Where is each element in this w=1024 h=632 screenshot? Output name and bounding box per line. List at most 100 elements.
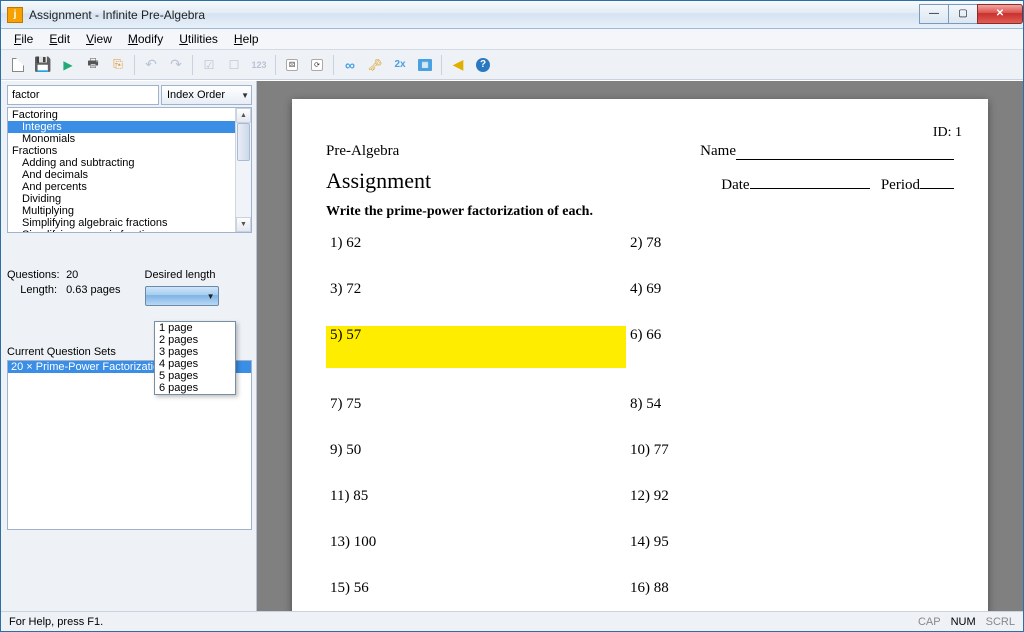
question-summary: Questions: 20 Length: 0.63 pages Desired…	[7, 269, 252, 306]
question-cell[interactable]: 10) 77	[626, 441, 926, 460]
minimize-button[interactable]: —	[919, 4, 949, 24]
length-value: 0.63 pages	[66, 284, 120, 296]
question-grid: 1) 622) 78 3) 724) 69 5) 576) 66 7) 758) 54…	[326, 234, 954, 611]
play-icon[interactable]: ▶	[57, 54, 79, 76]
name-label: Name	[700, 143, 954, 160]
back-icon[interactable]: ◀	[447, 54, 469, 76]
topic-item[interactable]: Adding and subtracting	[8, 157, 251, 169]
export-icon[interactable]: ⎘	[107, 54, 129, 76]
topic-list[interactable]: FactoringIntegersMonomialsFractionsAddin…	[7, 107, 252, 233]
question-cell[interactable]: 1) 62	[326, 234, 626, 253]
dropdown-option[interactable]: 5 pages	[155, 370, 235, 382]
renumber-icon[interactable]: 123	[248, 54, 270, 76]
dropdown-option[interactable]: 6 pages	[155, 382, 235, 394]
window-controls: — ▢ ✕	[920, 4, 1023, 24]
undo-icon[interactable]: ↶	[140, 54, 162, 76]
question-cell[interactable]: 5) 57	[326, 326, 626, 368]
sort-order-value: Index Order	[167, 89, 225, 101]
dropdown-option[interactable]: 3 pages	[155, 346, 235, 358]
main-content: Index Order ▼ FactoringIntegersMonomials…	[1, 80, 1023, 611]
questions-label: Questions:	[7, 269, 63, 281]
topic-item[interactable]: Simplifying algebraic fractions	[8, 217, 251, 229]
left-panel: Index Order ▼ FactoringIntegersMonomials…	[1, 81, 257, 611]
close-button[interactable]: ✕	[977, 4, 1023, 24]
regenerate-icon[interactable]: ⟳	[306, 54, 328, 76]
menu-item[interactable]: Help	[227, 30, 266, 48]
scrollbar[interactable]: ▲ ▼	[235, 108, 251, 232]
search-input[interactable]	[7, 85, 159, 105]
toolbar-separator	[441, 55, 442, 75]
toolbar: 💾▶🖶⎘ ↶↷ ☑☐123 ⚄⟳ ∞🗝2x▦ ◀?	[1, 50, 1023, 80]
maximize-button[interactable]: ▢	[948, 4, 978, 24]
key-icon[interactable]: 🗝	[364, 54, 386, 76]
sort-order-select[interactable]: Index Order ▼	[161, 85, 252, 105]
toolbar-separator	[134, 55, 135, 75]
status-text: For Help, press F1.	[9, 616, 103, 628]
question-cell[interactable]: 4) 69	[626, 280, 926, 299]
dropdown-option[interactable]: 2 pages	[155, 334, 235, 346]
desired-length-dropdown[interactable]: 1 page2 pages3 pages4 pages5 pages6 page…	[154, 321, 236, 395]
app-icon: j	[7, 7, 23, 23]
doc-id: ID: 1	[933, 125, 962, 141]
window-title: Assignment - Infinite Pre-Algebra	[29, 8, 920, 22]
chevron-down-icon: ▼	[241, 91, 249, 100]
help-icon[interactable]: ?	[472, 54, 494, 76]
select-all-icon[interactable]: ☑	[198, 54, 220, 76]
question-cell[interactable]: 14) 95	[626, 533, 926, 552]
question-cell[interactable]: 16) 88	[626, 579, 926, 598]
infinity-icon[interactable]: ∞	[339, 54, 361, 76]
topic-item[interactable]: Multiplying	[8, 205, 251, 217]
length-label: Length:	[7, 284, 63, 296]
date-period-area: Date Period	[721, 175, 954, 194]
topic-item[interactable]: Monomials	[8, 133, 251, 145]
dropdown-option[interactable]: 4 pages	[155, 358, 235, 370]
question-cell[interactable]: 3) 72	[326, 280, 626, 299]
status-num: NUM	[951, 616, 976, 628]
document-page: ID: 1 Pre-Algebra Name Assignment Date P…	[292, 99, 988, 611]
print-icon[interactable]: 🖶	[82, 54, 104, 76]
desired-length-select[interactable]: ▼	[145, 286, 219, 306]
question-cell[interactable]: 13) 100	[326, 533, 626, 552]
question-cell[interactable]: 6) 66	[626, 326, 926, 345]
titlebar: j Assignment - Infinite Pre-Algebra — ▢ …	[1, 1, 1023, 29]
assignment-title: Assignment	[326, 168, 431, 194]
application-window: j Assignment - Infinite Pre-Algebra — ▢ …	[0, 0, 1024, 632]
save-icon[interactable]: 💾	[32, 54, 54, 76]
dice-icon[interactable]: ⚄	[281, 54, 303, 76]
menu-item[interactable]: Modify	[121, 30, 170, 48]
new-document-icon[interactable]	[7, 54, 29, 76]
question-cell[interactable]: 15) 56	[326, 579, 626, 598]
clear-check-icon[interactable]: ☐	[223, 54, 245, 76]
question-cell[interactable]: 8) 54	[626, 395, 926, 414]
redo-icon[interactable]: ↷	[165, 54, 187, 76]
scroll-track[interactable]	[236, 123, 251, 217]
topic-item[interactable]: Simplifying numeric fractions	[8, 229, 251, 233]
toolbar-separator	[275, 55, 276, 75]
desired-length-label: Desired length	[145, 269, 219, 281]
scale-2x-icon[interactable]: 2x	[389, 54, 411, 76]
status-scrl: SCRL	[986, 616, 1015, 628]
scroll-down-icon[interactable]: ▼	[236, 217, 251, 232]
topic-item[interactable]: And percents	[8, 181, 251, 193]
question-cell[interactable]: 9) 50	[326, 441, 626, 460]
question-cell[interactable]: 12) 92	[626, 487, 926, 506]
status-cap: CAP	[918, 616, 941, 628]
dropdown-option[interactable]: 1 page	[155, 322, 235, 334]
calendar-icon[interactable]: ▦	[414, 54, 436, 76]
topic-item[interactable]: And decimals	[8, 169, 251, 181]
menu-item[interactable]: File	[7, 30, 40, 48]
question-cell[interactable]: 11) 85	[326, 487, 626, 506]
scroll-thumb[interactable]	[237, 123, 250, 161]
menu-item[interactable]: Edit	[42, 30, 77, 48]
instructions: Write the prime-power factorization of e…	[326, 204, 954, 220]
topic-category: Fractions	[8, 145, 251, 157]
question-cell[interactable]: 7) 75	[326, 395, 626, 414]
menu-item[interactable]: Utilities	[172, 30, 225, 48]
topic-item[interactable]: Integers	[8, 121, 251, 133]
topic-item[interactable]: Dividing	[8, 193, 251, 205]
document-viewport[interactable]: ID: 1 Pre-Algebra Name Assignment Date P…	[257, 81, 1023, 611]
question-cell[interactable]: 2) 78	[626, 234, 926, 253]
menu-item[interactable]: View	[79, 30, 119, 48]
scroll-up-icon[interactable]: ▲	[236, 108, 251, 123]
topic-category: Factoring	[8, 109, 251, 121]
